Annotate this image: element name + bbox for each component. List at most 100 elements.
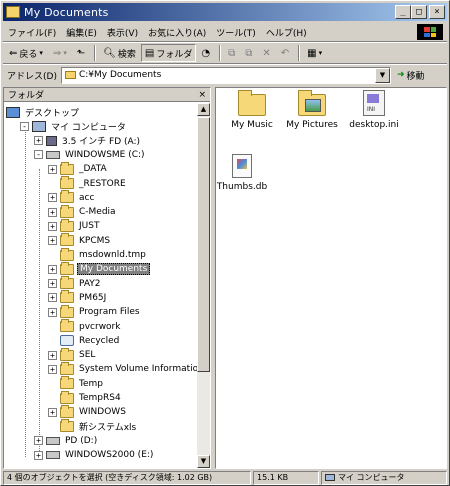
expand-toggle[interactable]: +: [34, 450, 43, 460]
address-dropdown-button[interactable]: ▼: [374, 67, 390, 83]
expand-toggle[interactable]: +: [48, 364, 57, 374]
status-bar: 4 個のオブジェクトを選択 (空きディスク領域: 1.02 GB) 15.1 K…: [3, 471, 447, 485]
go-button[interactable]: ➜ 移動: [397, 69, 425, 82]
status-location-label: マイ コンピュータ: [338, 473, 405, 482]
maximize-button[interactable]: □: [411, 5, 427, 19]
expand-toggle[interactable]: +: [48, 350, 57, 360]
expand-toggle[interactable]: +: [34, 136, 43, 146]
history-button[interactable]: ◔: [198, 44, 215, 62]
tree-item[interactable]: + WINDOWS: [48, 404, 128, 419]
file-item[interactable]: Thumbs.db: [206, 154, 278, 192]
tree-item[interactable]: + System Volume Information: [48, 361, 198, 376]
tree-item[interactable]: - WINDOWSME (C:): [34, 148, 147, 162]
expand-toggle[interactable]: +: [48, 293, 57, 303]
menu-edit[interactable]: 編集(E): [61, 26, 102, 39]
close-pane-button[interactable]: ×: [198, 90, 206, 100]
menu-help[interactable]: ヘルプ(H): [261, 26, 312, 39]
minimize-button[interactable]: _: [395, 5, 411, 19]
scroll-up-button[interactable]: ▲: [197, 103, 210, 116]
menu-file[interactable]: ファイル(F): [3, 26, 61, 39]
status-objects: 4 個のオブジェクトを選択 (空きディスク領域: 1.02 GB): [3, 471, 251, 485]
tree-item-label: TempRS4: [79, 393, 121, 403]
tree-item-label: 新システムxls: [79, 423, 137, 434]
expand-toggle[interactable]: +: [48, 221, 57, 231]
status-size: 15.1 KB: [253, 471, 319, 485]
menu-favorites[interactable]: お気に入り(A): [143, 26, 211, 39]
tree-item[interactable]: TempRS4: [48, 390, 123, 405]
tree-item[interactable]: + C-Media: [48, 204, 118, 219]
expand-toggle[interactable]: +: [48, 236, 57, 246]
copy-to-icon: ⧉: [245, 47, 253, 59]
tree-item[interactable]: + JUST: [48, 218, 101, 233]
tree-item[interactable]: + _DATA: [48, 161, 109, 176]
views-button[interactable]: ▦ ▾: [304, 44, 327, 62]
folder-icon: [6, 6, 20, 18]
tree-item[interactable]: デスクトップ: [6, 105, 81, 119]
tree-item[interactable]: Temp: [48, 376, 105, 391]
menu-tools[interactable]: ツール(T): [211, 26, 261, 39]
address-bar: アドレス(D) C:¥My Documents ▼ ➜ 移動: [3, 65, 447, 85]
tree-item-label: Recycled: [79, 335, 120, 346]
up-folder-icon: ⬑: [76, 47, 86, 59]
folder-tree-pane: フォルダ × デスクトップ - マイ コンピュータ +3.5 インチ FD (A:) -…: [3, 87, 211, 469]
close-button[interactable]: ×: [429, 5, 445, 19]
expand-toggle[interactable]: +: [48, 207, 57, 217]
tree-item-label: 3.5 インチ FD (A:): [62, 137, 141, 148]
undo-button[interactable]: ↶: [278, 44, 294, 62]
tree-item[interactable]: + acc: [48, 190, 96, 205]
tree-item[interactable]: - マイ コンピュータ: [20, 119, 128, 133]
tree-item[interactable]: + PAY2: [48, 276, 103, 291]
folders-button[interactable]: ▤ フォルダ: [140, 44, 197, 62]
file-item[interactable]: desktop.ini: [338, 90, 410, 130]
tree-item-label: WINDOWSME (C:): [65, 149, 145, 160]
folder-icon: [60, 304, 74, 318]
folder-icon: [60, 247, 74, 261]
back-button[interactable]: ⇐ 戻る ▾: [6, 44, 48, 62]
status-location: マイ コンピュータ: [321, 471, 447, 485]
move-to-button[interactable]: ⧉: [225, 44, 240, 62]
tree-item[interactable]: + SEL: [48, 347, 97, 362]
expand-toggle[interactable]: +: [48, 164, 57, 174]
file-name: desktop.ini: [349, 120, 399, 130]
folder-icon: [60, 190, 74, 204]
tree-item[interactable]: + Program Files: [48, 304, 142, 319]
tree-item-label: WINDOWS: [79, 407, 126, 418]
copy-to-button[interactable]: ⧉: [242, 44, 257, 62]
forward-arrow-icon: ⇒: [52, 47, 62, 59]
tree-item[interactable]: _RESTORE: [48, 176, 128, 191]
window-title: My Documents: [24, 5, 109, 19]
tree-item[interactable]: Recycled: [48, 334, 121, 348]
tree-item[interactable]: + PM65J: [48, 290, 108, 305]
scroll-down-button[interactable]: ▼: [197, 455, 210, 468]
title-bar[interactable]: My Documents _ □ ×: [3, 3, 447, 21]
tree-item[interactable]: +3.5 インチ FD (A:): [34, 134, 142, 148]
tree-item-label: My Documents: [77, 263, 151, 276]
tree-item[interactable]: 新システムxls: [48, 419, 138, 434]
expand-toggle[interactable]: +: [48, 264, 57, 274]
desktop-icon: [6, 106, 20, 118]
folder-icon: [60, 376, 74, 390]
expand-toggle[interactable]: +: [48, 193, 57, 203]
up-folder-button[interactable]: ⬑: [74, 44, 90, 62]
tree-item[interactable]: pvcrwork: [48, 319, 122, 334]
search-button[interactable]: 🔍︎ 検索: [100, 44, 139, 62]
address-input[interactable]: C:¥My Documents ▼: [60, 66, 391, 84]
expand-toggle[interactable]: +: [48, 279, 57, 289]
expand-toggle[interactable]: +: [48, 307, 57, 317]
tree-item-label: WINDOWS2000 (E:): [65, 450, 154, 461]
menu-view[interactable]: 表示(V): [102, 26, 143, 39]
tree-item[interactable]: msdownld.tmp: [48, 247, 148, 262]
forward-button[interactable]: ⇒ ▾: [50, 44, 72, 62]
collapse-toggle[interactable]: -: [34, 150, 43, 160]
expand-toggle[interactable]: +: [48, 407, 57, 417]
tree-item[interactable]: + My Documents: [48, 261, 151, 276]
tree-item[interactable]: + WINDOWS2000 (E:): [34, 448, 155, 462]
tree-item[interactable]: + KPCMS: [48, 233, 112, 248]
delete-button[interactable]: ✕: [259, 44, 275, 62]
search-icon: 🔍︎: [103, 47, 116, 59]
delete-icon: ✕: [262, 47, 271, 59]
collapse-toggle[interactable]: -: [20, 121, 29, 131]
tree-item[interactable]: + PD (D:): [34, 434, 99, 448]
db-file-icon: [232, 154, 252, 178]
expand-toggle[interactable]: +: [34, 436, 43, 446]
